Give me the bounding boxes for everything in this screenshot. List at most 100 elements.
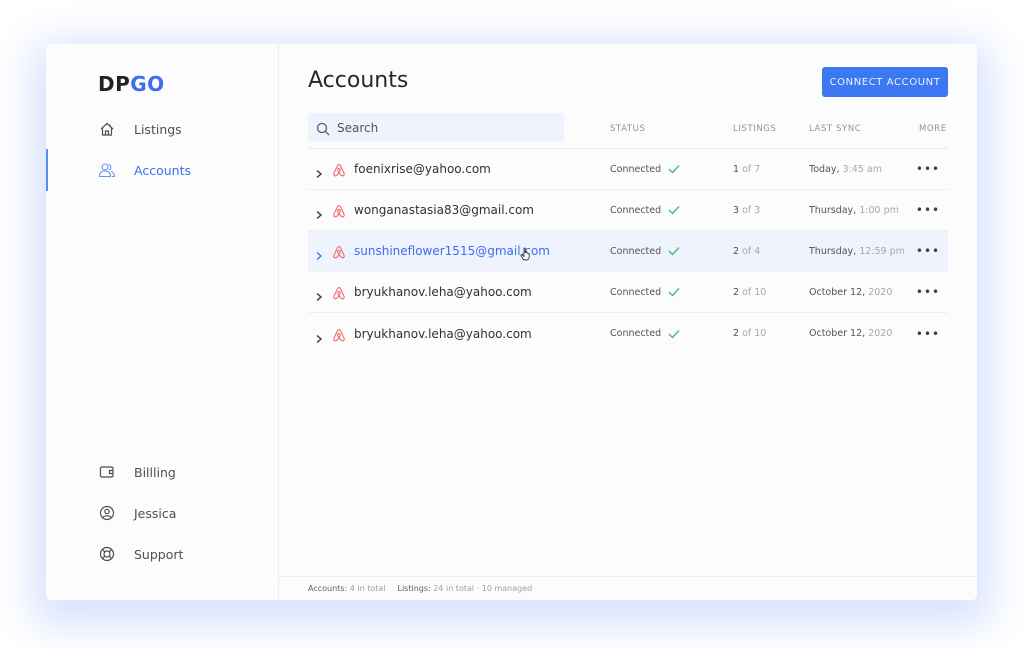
- status-text: Connected: [610, 286, 662, 298]
- sync-time: 3:45 am: [842, 163, 882, 175]
- last-sync-cell: October 12, 2020: [809, 287, 892, 298]
- table-row[interactable]: bryukhanov.leha@yahoo.com Connected 2 of…: [308, 272, 948, 313]
- status-footer: Accounts: 4 in total Listings: 24 in tot…: [279, 576, 977, 600]
- sync-time: 2020: [868, 286, 893, 298]
- sync-day: Thursday,: [809, 204, 857, 216]
- status-cell: Connected: [610, 205, 680, 216]
- search-box[interactable]: [308, 113, 564, 142]
- status-cell: Connected: [610, 287, 680, 298]
- listings-count: 1: [733, 163, 740, 175]
- account-email[interactable]: bryukhanov.leha@yahoo.com: [354, 327, 532, 341]
- status-cell: Connected: [610, 164, 680, 175]
- account-email[interactable]: wonganastasia83@gmail.com: [354, 203, 534, 217]
- accounts-table: foenixrise@yahoo.com Connected 1 of 7 To…: [308, 149, 948, 354]
- footer-listings: Listings: 24 in total · 10 managed: [397, 584, 532, 593]
- column-header-more: MORE: [919, 124, 947, 134]
- chevron-right-icon[interactable]: [314, 164, 324, 178]
- listings-cell: 2 of 4: [733, 246, 760, 257]
- airbnb-icon: [332, 285, 346, 300]
- sidebar-item-label: Accounts: [134, 162, 191, 178]
- chevron-right-icon[interactable]: [314, 246, 324, 260]
- sidebar-item-listings[interactable]: Listings: [46, 114, 278, 144]
- listings-cell: 1 of 7: [733, 164, 760, 175]
- footer-accounts: Accounts: 4 in total: [308, 584, 385, 593]
- main-content: Accounts CONNECT ACCOUNT STATUS LISTINGS…: [279, 44, 977, 600]
- listings-cell: 2 of 10: [733, 287, 766, 298]
- column-header-listings[interactable]: LISTINGS: [733, 124, 776, 134]
- check-icon: [668, 164, 680, 174]
- last-sync-cell: Today, 3:45 am: [809, 164, 882, 175]
- status-cell: Connected: [610, 328, 680, 339]
- hand-cursor-icon: [520, 246, 532, 261]
- account-email[interactable]: bryukhanov.leha@yahoo.com: [354, 285, 532, 299]
- lifebuoy-icon: [98, 545, 116, 563]
- sidebar: DPGO Listings Accounts Billling Jessica: [46, 44, 279, 600]
- table-row[interactable]: sunshineflower1515@gmail.com Connected 2…: [308, 231, 948, 272]
- status-cell: Connected: [610, 246, 680, 257]
- listings-cell: 2 of 10: [733, 328, 766, 339]
- last-sync-cell: Thursday, 1:00 pm: [809, 205, 899, 216]
- sync-time: 1:00 pm: [859, 204, 899, 216]
- last-sync-cell: October 12, 2020: [809, 328, 892, 339]
- footer-listings-value: 24 in total · 10 managed: [433, 584, 533, 593]
- chevron-right-icon[interactable]: [314, 329, 324, 343]
- listings-cell: 3 of 3: [733, 205, 760, 216]
- listings-total: of 4: [742, 245, 761, 257]
- sync-day: Thursday,: [809, 245, 857, 257]
- sidebar-item-support[interactable]: Support: [46, 539, 278, 569]
- user-circle-icon: [98, 504, 116, 522]
- status-text: Connected: [610, 328, 662, 339]
- airbnb-icon: [332, 203, 346, 218]
- account-email[interactable]: foenixrise@yahoo.com: [354, 162, 491, 176]
- column-header-status[interactable]: STATUS: [610, 124, 646, 134]
- status-text: Connected: [610, 245, 662, 257]
- check-icon: [668, 205, 680, 215]
- sidebar-item-label: Billling: [134, 464, 176, 480]
- status-text: Connected: [610, 163, 662, 175]
- table-row[interactable]: wonganastasia83@gmail.com Connected 3 of…: [308, 190, 948, 231]
- logo: DPGO: [98, 72, 165, 96]
- sync-time: 2020: [868, 328, 893, 339]
- sidebar-item-label: Listings: [134, 121, 182, 137]
- listings-total: of 10: [742, 328, 767, 339]
- listings-total: of 3: [742, 204, 761, 216]
- more-options-icon[interactable]: •••: [916, 324, 939, 344]
- chevron-right-icon[interactable]: [314, 205, 324, 219]
- logo-text-go: GO: [130, 72, 165, 96]
- table-row[interactable]: bryukhanov.leha@yahoo.com Connected 2 of…: [308, 313, 948, 354]
- column-header-last-sync[interactable]: LAST SYNC: [809, 124, 861, 134]
- chevron-right-icon[interactable]: [314, 287, 324, 301]
- listings-count: 3: [733, 204, 740, 216]
- airbnb-icon: [332, 244, 346, 259]
- footer-listings-label: Listings:: [397, 584, 431, 593]
- sidebar-item-label: Jessica: [134, 505, 177, 521]
- search-icon: [316, 121, 330, 135]
- last-sync-cell: Thursday, 12:59 pm: [809, 246, 905, 257]
- sidebar-item-billing[interactable]: Billling: [46, 457, 278, 487]
- more-options-icon[interactable]: •••: [916, 159, 939, 179]
- check-icon: [668, 287, 680, 297]
- sidebar-item-accounts[interactable]: Accounts: [46, 149, 278, 191]
- sidebar-item-label: Support: [134, 546, 184, 562]
- home-icon: [98, 120, 116, 138]
- more-options-icon[interactable]: •••: [916, 282, 939, 302]
- listings-total: of 10: [742, 286, 767, 298]
- page-title: Accounts: [308, 68, 409, 93]
- check-icon: [668, 246, 680, 256]
- wallet-icon: [98, 463, 116, 481]
- sync-day: October 12,: [809, 286, 866, 298]
- more-options-icon[interactable]: •••: [916, 241, 939, 261]
- check-icon: [668, 329, 680, 339]
- footer-accounts-label: Accounts:: [308, 584, 348, 593]
- search-input[interactable]: [337, 120, 557, 135]
- listings-count: 2: [733, 328, 740, 339]
- more-options-icon[interactable]: •••: [916, 200, 939, 220]
- table-row[interactable]: foenixrise@yahoo.com Connected 1 of 7 To…: [308, 149, 948, 190]
- connect-account-button[interactable]: CONNECT ACCOUNT: [822, 67, 948, 97]
- airbnb-icon: [332, 327, 346, 341]
- sidebar-item-profile[interactable]: Jessica: [46, 498, 278, 528]
- airbnb-icon: [332, 162, 346, 177]
- users-icon: [98, 161, 116, 179]
- footer-accounts-value: 4 in total: [349, 584, 386, 593]
- listings-total: of 7: [742, 163, 761, 175]
